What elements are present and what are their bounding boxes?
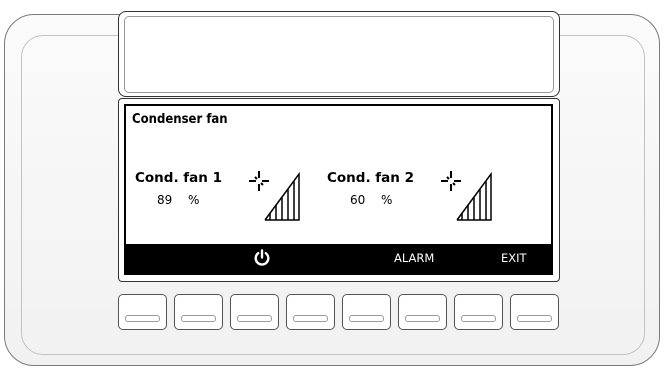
function-bar: ALARM EXIT [126,244,551,273]
fan-2-value: 60 [350,193,366,207]
function-key-3[interactable] [230,294,279,330]
fan-1-unit: % [188,193,200,207]
exit-softkey-label[interactable]: EXIT [501,251,527,265]
fan-icon [249,171,269,191]
fan-1-label: Cond. fan 1 [135,170,222,186]
fan-1-icon [249,171,300,221]
alarm-softkey-label[interactable]: ALARM [394,251,434,265]
fan-2-icon [441,171,492,221]
function-key-2[interactable] [174,294,223,330]
function-key-7[interactable] [454,294,503,330]
signal-bars-icon [264,171,300,221]
function-key-4[interactable] [286,294,335,330]
function-key-1[interactable] [118,294,167,330]
fan-2-label: Cond. fan 2 [327,170,414,186]
fan-1-value: 89 [157,193,173,207]
lcd-screen: Condenser fan Cond. fan 1 89 % Cond. fan… [124,104,553,275]
top-display-window [118,11,560,97]
function-key-6[interactable] [398,294,447,330]
top-display-frame [124,16,554,93]
fan-2-unit: % [381,193,393,207]
power-icon[interactable] [253,249,271,267]
function-key-8[interactable] [510,294,559,330]
lcd-frame: Condenser fan Cond. fan 1 89 % Cond. fan… [118,98,560,282]
fan-icon [441,171,461,191]
keypad [118,294,560,334]
function-key-5[interactable] [342,294,391,330]
signal-bars-icon [456,171,492,221]
screen-title: Condenser fan [132,112,228,127]
